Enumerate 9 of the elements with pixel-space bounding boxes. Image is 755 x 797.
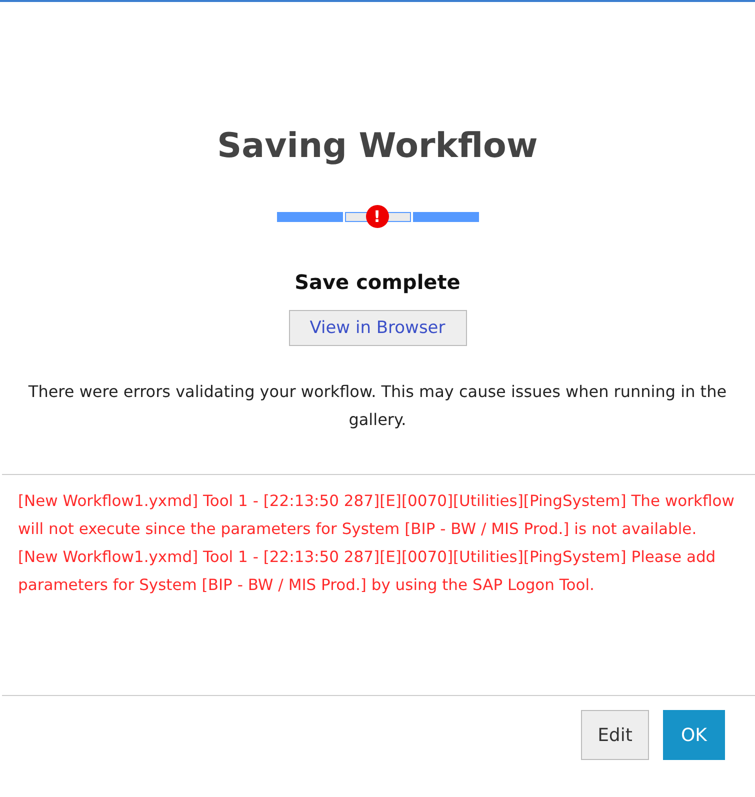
status-text: Save complete <box>294 270 460 294</box>
edit-button[interactable]: Edit <box>581 710 649 760</box>
dialog-title: Saving Workflow <box>217 125 538 168</box>
view-in-browser-button[interactable]: View in Browser <box>288 310 466 346</box>
error-message: [New Workflow1.yxmd] Tool 1 - [22:13:50 287][E][0070][Utilities][PingSystem] The workflow will not execute since the parameters for System [BIP - BW / MIS Prod.] is not available. <box>18 491 735 540</box>
error-message: [New Workflow1.yxmd] Tool 1 - [22:13:50 287][E][0070][Utilities][PingSystem] Please add parameters for System [BIP - BW / MIS Prod.] by using the SAP Logon Tool. <box>18 547 717 596</box>
error-icon: ! <box>366 205 388 228</box>
message-text: There were errors validating your workflow. This may cause issues when running in the gallery. <box>27 381 728 431</box>
ok-button[interactable]: OK <box>663 710 725 760</box>
